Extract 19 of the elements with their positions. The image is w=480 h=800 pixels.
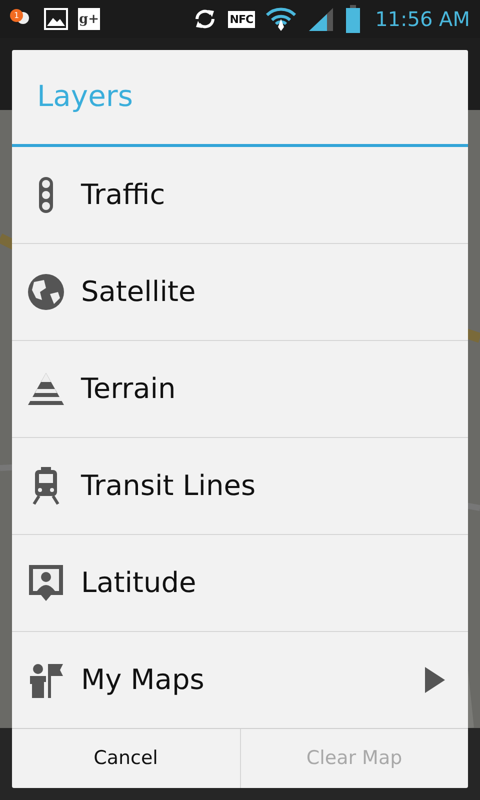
layer-item[interactable]: Traffic — [12, 147, 468, 244]
signal-icon — [307, 6, 336, 32]
gallery-icon — [44, 8, 68, 30]
clock: 11:56 AM — [375, 6, 470, 33]
notification-badge: 1 — [10, 9, 23, 22]
gplus-icon: g+ — [78, 8, 100, 30]
layer-item[interactable]: Terrain — [12, 341, 468, 438]
dialog-title: Layers — [12, 50, 468, 147]
globe-icon — [26, 272, 66, 312]
layer-item[interactable]: Latitude — [12, 535, 468, 632]
battery-icon — [345, 5, 362, 33]
wifi-icon — [265, 6, 298, 32]
profile-pin-icon — [26, 563, 66, 603]
nfc-icon: NFC — [228, 10, 256, 28]
layer-item[interactable]: My Maps — [12, 632, 468, 729]
dialog-button[interactable]: Cancel — [12, 729, 240, 788]
layer-item[interactable]: Satellite — [12, 244, 468, 341]
disabled-button: Clear Map — [240, 729, 468, 788]
layer-item[interactable]: Transit Lines — [12, 438, 468, 535]
